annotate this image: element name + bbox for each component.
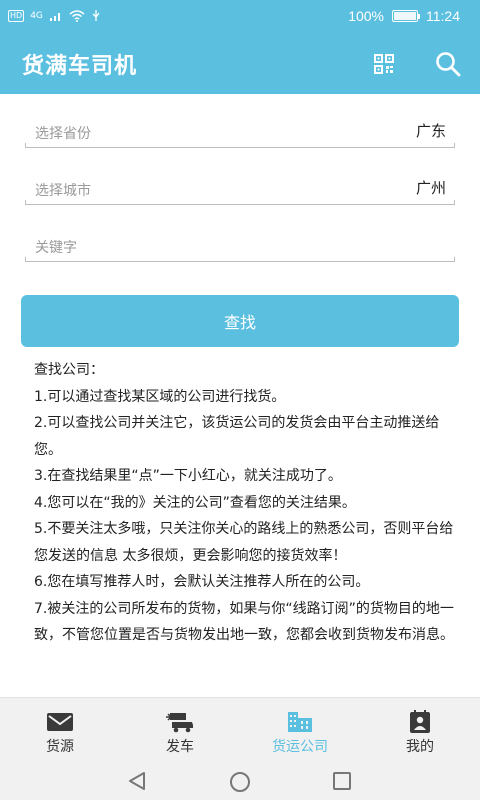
help-line: 1.可以通过查找某区域的公司进行找货。 xyxy=(34,388,286,405)
search-icon xyxy=(436,52,461,77)
status-left: HD 4G xyxy=(8,9,101,22)
network-type: 4G xyxy=(30,10,43,21)
province-select[interactable]: 选择省份 广东 xyxy=(25,118,455,148)
province-placeholder: 选择省份 xyxy=(35,126,91,142)
province-value: 广东 xyxy=(415,122,446,140)
nav-label-depart: 发车 xyxy=(166,739,194,755)
help-line: 6.您在填写推荐人时，会默认关注推荐人所在的公司。 xyxy=(34,574,370,590)
status-bar: HD 4G 100% 11:24 xyxy=(0,0,480,34)
app-title: 货满车司机 xyxy=(22,54,138,79)
home-icon[interactable] xyxy=(230,772,250,792)
mail-icon xyxy=(47,713,73,731)
system-nav-bar xyxy=(0,760,480,800)
help-line: 7.被关注的公司所发布的货物，如果与你“线路订阅”的货物目的地一致，不管您位置是… xyxy=(34,600,454,644)
help-line: 2.可以查找公司并关注它，该货运公司的发货会由平台主动推送给您。 xyxy=(34,415,440,458)
contact-icon xyxy=(410,710,430,733)
hd-badge: HD xyxy=(8,9,25,22)
nav-label-goods: 货源 xyxy=(46,739,74,755)
city-select[interactable]: 选择城市 广州 xyxy=(25,175,455,205)
nav-label-mine: 我的 xyxy=(406,739,434,755)
nav-item-company[interactable]: 货运公司 xyxy=(240,698,360,760)
qr-scan-button[interactable] xyxy=(372,52,396,76)
wifi-icon xyxy=(69,9,85,22)
city-placeholder: 选择城市 xyxy=(35,183,91,199)
nav-label-company: 货运公司 xyxy=(272,739,328,755)
nav-item-mine[interactable]: 我的 xyxy=(360,698,480,760)
city-value: 广州 xyxy=(415,179,446,197)
keyword-placeholder: 关键字 xyxy=(35,240,77,256)
bottom-nav: 货源 发车 货运公司 我的 xyxy=(0,697,480,760)
search-button[interactable]: 查找 xyxy=(21,295,459,347)
clock: 11:24 xyxy=(426,8,460,24)
qr-code-icon xyxy=(374,54,394,74)
building-icon xyxy=(288,712,312,732)
help-line: 4.您可以在“我的》关注的公司”查看您的关注结果。 xyxy=(34,494,356,511)
search-button-top[interactable] xyxy=(434,50,462,78)
back-icon[interactable] xyxy=(126,770,148,792)
usb-icon xyxy=(92,10,100,21)
help-title: 查找公司： xyxy=(34,362,104,378)
recent-apps-icon[interactable] xyxy=(333,772,351,790)
signal-icon xyxy=(49,12,60,21)
app-bar: 货满车司机 xyxy=(0,34,480,94)
help-text: 查找公司： 1.可以通过查找某区域的公司进行找货。 2.可以查找公司并关注它，该… xyxy=(34,357,454,649)
truck-icon xyxy=(166,713,193,733)
battery-fill xyxy=(394,12,416,20)
status-right: 100% 11:24 xyxy=(348,8,460,24)
nav-item-goods[interactable]: 货源 xyxy=(0,698,120,760)
keyword-input[interactable]: 关键字 xyxy=(25,232,455,262)
help-line: 5.不要关注太多哦，只关注你关心的路线上的熟悉公司，否则平台给您发送的信息 太多… xyxy=(34,521,454,564)
nav-item-depart[interactable]: 发车 xyxy=(120,698,240,760)
battery-icon xyxy=(392,10,420,22)
battery-percent: 100% xyxy=(348,8,384,24)
help-line: 3.在查找结果里“点”一下小红心，就关注成功了。 xyxy=(34,468,342,484)
